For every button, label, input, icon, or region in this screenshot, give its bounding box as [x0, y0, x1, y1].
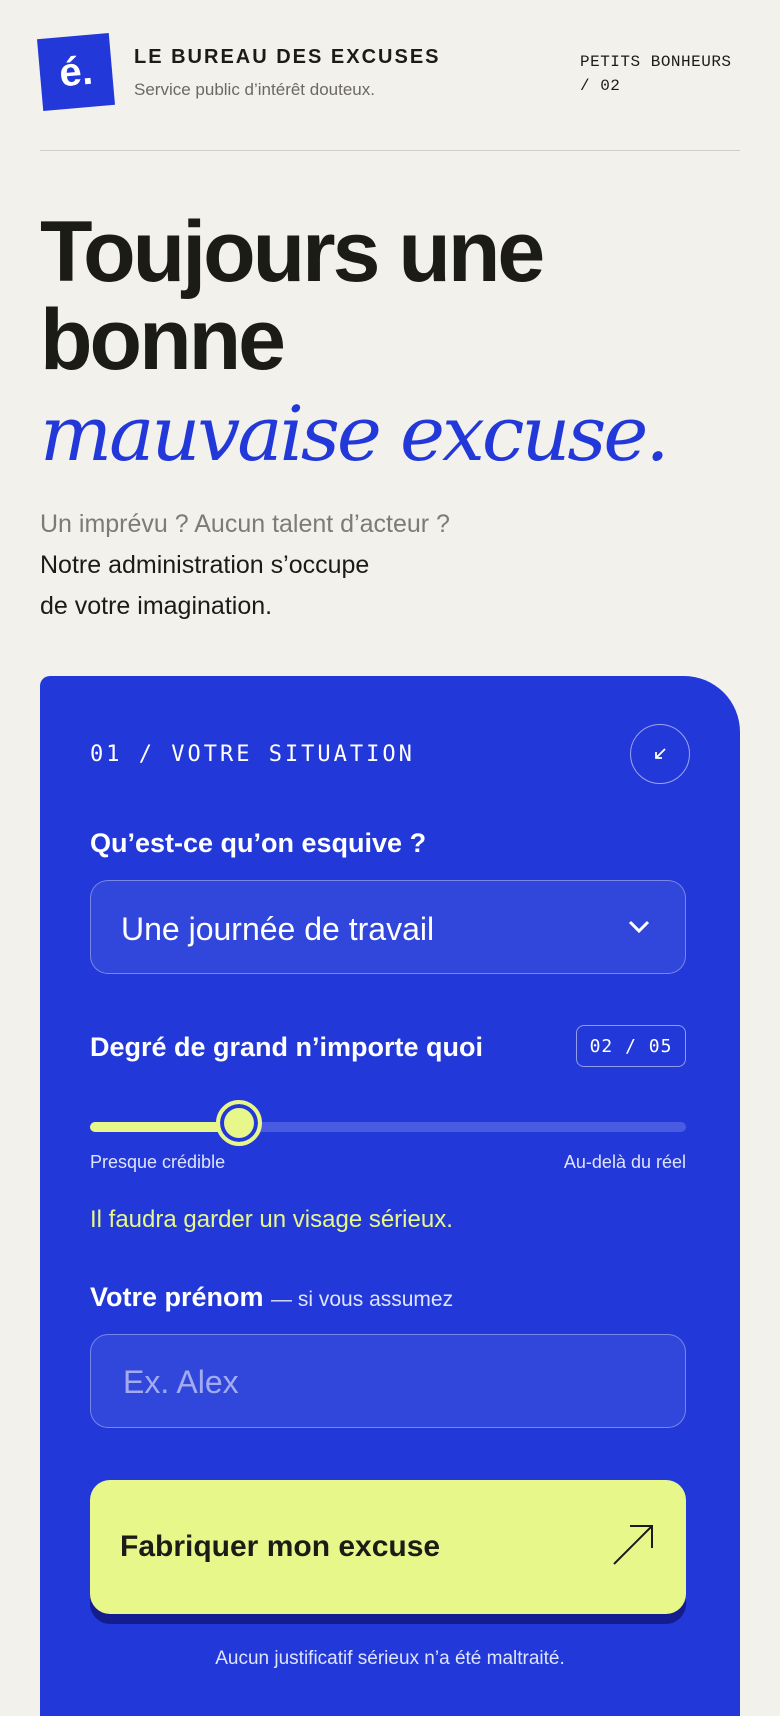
situation-label: Qu’est-ce qu’on esquive ? — [90, 828, 427, 858]
site-header: é. LE BUREAU DES EXCUSES Service public … — [36, 32, 740, 116]
submit-button[interactable]: Fabriquer mon excuse — [90, 1480, 686, 1614]
arrow-down-left-icon — [655, 748, 666, 759]
logo[interactable]: é. — [36, 32, 116, 112]
header-divider — [40, 150, 740, 151]
situation-value: Une journée de travail — [121, 911, 435, 947]
situation-select[interactable]: Une journée de travail — [90, 880, 686, 974]
intro-line-2: Notre administration s’occupe — [40, 551, 370, 579]
tone-hint: Il faudra garder un visage sérieux. — [90, 1206, 453, 1233]
degree-label: Degré de grand n’importe quoi — [90, 1032, 484, 1062]
collapse-button[interactable] — [630, 724, 690, 784]
hero-accent: mauvaise excuse. — [40, 389, 670, 478]
intro-text: Un imprévu ? Aucun talent d’acteur ? Not… — [40, 504, 640, 627]
issue-line-2: / 02 — [580, 77, 621, 95]
brand-title: LE BUREAU DES EXCUSES — [134, 46, 441, 68]
submit-label: Fabriquer mon excuse — [120, 1530, 441, 1563]
chevron-down-icon — [628, 920, 650, 934]
intro-question: Un imprévu ? Aucun talent d’acteur ? — [40, 510, 450, 538]
hero-heading: Toujours une bonne mauvaise excuse. — [40, 208, 740, 482]
slider-thumb[interactable] — [216, 1100, 262, 1146]
disclaimer: Aucun justificatif sérieux n’a été maltr… — [215, 1648, 565, 1669]
hero-line-1: Toujours une — [40, 204, 545, 300]
name-input[interactable] — [121, 1357, 645, 1407]
degree-counter: 02 / 05 — [576, 1025, 686, 1067]
excuse-form-card: 01 / VOTRE SITUATION Qu’est-ce qu’on esq… — [40, 676, 740, 1716]
intro-line-3: de votre imagination. — [40, 592, 273, 620]
degree-slider[interactable] — [90, 1100, 686, 1146]
hero-line-2: bonne — [40, 292, 286, 388]
issue-label: PETITS BONHEURS / 02 — [580, 50, 740, 98]
step-label: 01 / VOTRE SITUATION — [90, 742, 415, 767]
slider-max-label: Au-delà du réel — [563, 1152, 686, 1172]
name-label-text: Votre prénom — [90, 1282, 264, 1312]
name-label-hint: — si vous assumez — [271, 1288, 454, 1311]
name-label: Votre prénom — si vous assumez — [90, 1282, 453, 1313]
slider-min-label: Presque crédible — [90, 1152, 226, 1172]
arrow-up-right-icon — [613, 1525, 653, 1565]
brand-subtitle: Service public d’intérêt douteux. — [134, 80, 375, 99]
name-field-wrapper — [90, 1334, 686, 1428]
issue-line-1: PETITS BONHEURS — [580, 53, 732, 71]
